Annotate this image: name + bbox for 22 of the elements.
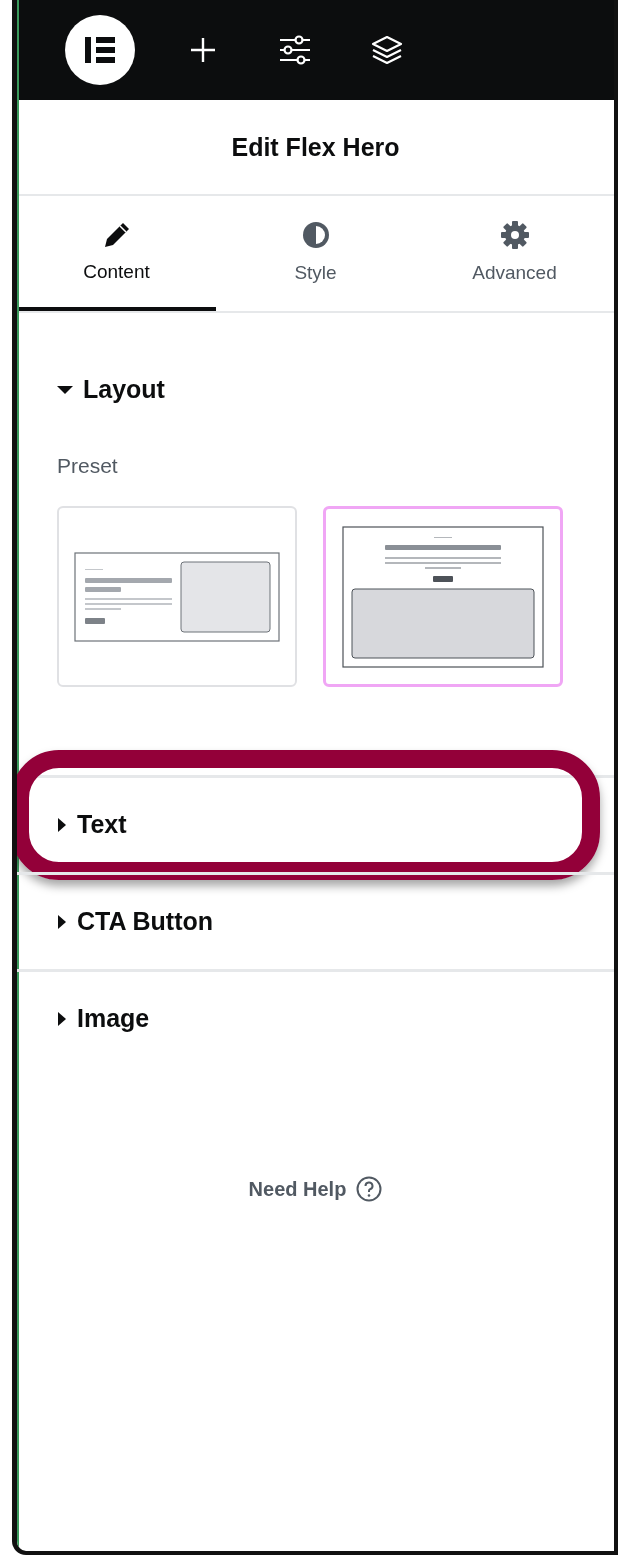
contrast-icon (300, 219, 331, 250)
section-header[interactable]: Image (57, 1004, 150, 1033)
caret-icon (57, 1010, 67, 1027)
caret-icon (57, 816, 67, 833)
preset-option[interactable] (323, 506, 563, 687)
add-icon[interactable] (189, 36, 217, 64)
help-icon[interactable] (356, 1176, 383, 1202)
panel-tab[interactable]: Advanced (415, 196, 614, 311)
panel-title: Edit Flex Hero (231, 132, 400, 162)
caret-icon (57, 913, 67, 930)
preset-label: Preset (57, 454, 119, 478)
panel-tab[interactable]: Style (216, 196, 415, 311)
section-header[interactable]: Layout (57, 375, 165, 404)
section-header[interactable]: CTA Button (57, 907, 214, 936)
sliders-icon[interactable] (279, 35, 311, 65)
pencil-icon (102, 220, 131, 249)
panel-tab[interactable]: Content (17, 196, 216, 311)
section-header[interactable]: Text (57, 810, 127, 839)
caret-icon (57, 384, 73, 395)
gear-icon (499, 219, 530, 250)
help-link[interactable]: Need Help (248, 1177, 347, 1201)
layers-icon[interactable] (371, 35, 403, 65)
